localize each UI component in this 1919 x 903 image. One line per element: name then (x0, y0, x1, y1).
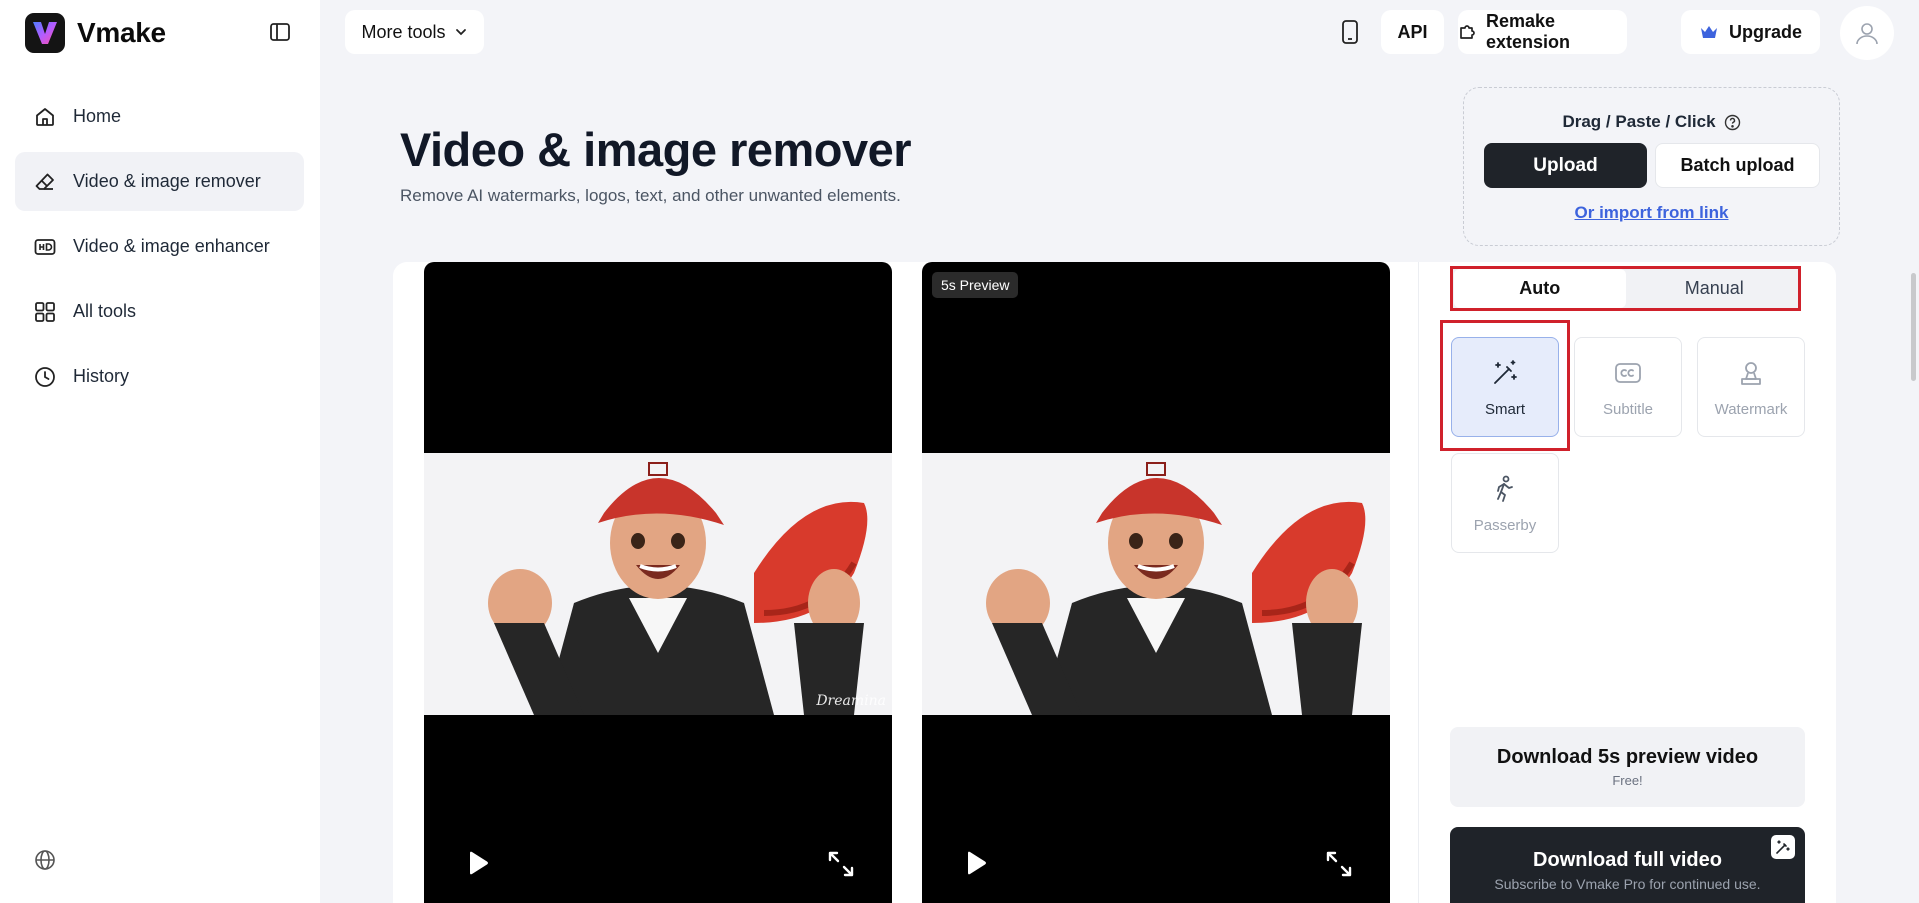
original-video-player[interactable]: Dreamina (424, 262, 892, 903)
preview-badge: 5s Preview (932, 272, 1019, 298)
upgrade-button[interactable]: Upgrade (1681, 10, 1820, 54)
api-label: API (1397, 21, 1428, 42)
upgrade-label: Upgrade (1728, 21, 1802, 42)
illustration-boy-with-sneaker (922, 453, 1390, 715)
home-icon (33, 105, 57, 129)
page-subtitle: Remove AI watermarks, logos, text, and o… (400, 186, 901, 205)
fullscreen-icon[interactable] (1325, 850, 1353, 878)
video-frame-original: Dreamina (424, 453, 892, 715)
sidebar-item-video-image-enhancer[interactable]: Video & image enhancer (15, 217, 304, 276)
api-button[interactable]: API (1381, 10, 1444, 54)
panel-divider (1418, 262, 1419, 903)
tool-label: Watermark (1714, 400, 1788, 418)
tool-label: Subtitle (1602, 400, 1654, 418)
vmake-logo-icon (25, 13, 65, 53)
import-from-link[interactable]: Or import from link (1464, 203, 1839, 223)
chevron-down-icon (454, 25, 468, 39)
cc-icon (1612, 357, 1644, 389)
sidebar: Vmake Home Video & image remover Video &… (0, 0, 320, 903)
fullscreen-icon[interactable] (827, 850, 855, 878)
page-title: Video & image remover (400, 123, 912, 176)
upload-button[interactable]: Upload (1484, 143, 1647, 188)
drag-text: Drag / Paste / Click (1562, 112, 1716, 131)
tool-passerby[interactable]: Passerby (1451, 453, 1559, 553)
user-icon (1853, 19, 1881, 47)
play-icon[interactable] (464, 850, 490, 876)
sidebar-item-history[interactable]: History (15, 347, 304, 406)
help-circle-icon[interactable] (1724, 114, 1741, 131)
mobile-app-button[interactable] (1335, 10, 1365, 54)
drag-paste-click-hint: Drag / Paste / Click (1464, 112, 1839, 132)
sidebar-item-home[interactable]: Home (15, 87, 304, 146)
puzzle-icon (1458, 23, 1476, 41)
sidebar-item-label: Video & image enhancer (73, 236, 270, 256)
language-globe-icon[interactable] (33, 848, 57, 872)
pro-magic-icon (1771, 835, 1795, 859)
preview-video-player[interactable]: 5s Preview (922, 262, 1390, 903)
sidebar-item-label: History (73, 366, 130, 386)
tool-label: Passerby (1473, 516, 1537, 534)
tool-smart[interactable]: Smart (1451, 337, 1559, 437)
mode-tabs: Auto Manual (1451, 266, 1800, 311)
brand-logo[interactable]: Vmake (25, 13, 166, 53)
sidebar-item-label: Video & image remover (73, 171, 261, 191)
smartphone-icon (1341, 19, 1359, 45)
download-preview-title: Download 5s preview video (1496, 746, 1759, 768)
download-full-subtitle: Subscribe to Vmake Pro for continued use… (1494, 876, 1761, 892)
watermark-icon (1735, 357, 1767, 389)
sidebar-item-label: All tools (73, 301, 137, 321)
ai-watermark-text: Dreamina (816, 693, 886, 709)
tab-auto[interactable]: Auto (1454, 269, 1626, 308)
magic-wand-icon (1489, 357, 1521, 389)
download-preview-button[interactable]: Download 5s preview video Free! (1450, 727, 1805, 807)
eraser-icon (33, 170, 57, 194)
tab-manual[interactable]: Manual (1629, 266, 1801, 311)
hd-icon (33, 235, 57, 259)
tool-subtitle[interactable]: Subtitle (1574, 337, 1682, 437)
tool-label: Smart (1484, 400, 1525, 418)
download-full-button[interactable]: Download full video Subscribe to Vmake P… (1450, 827, 1805, 903)
remake-extension-label: Remake extension (1486, 11, 1571, 52)
brand-name: Vmake (77, 17, 166, 48)
more-tools-label: More tools (361, 21, 446, 42)
clock-icon (33, 365, 57, 389)
download-full-title: Download full video (1533, 849, 1722, 871)
more-tools-dropdown[interactable]: More tools (345, 10, 484, 54)
download-preview-subtitle: Free! (1612, 773, 1643, 788)
upload-dropzone[interactable]: Drag / Paste / Click Upload Batch upload… (1463, 87, 1840, 246)
grid-icon (33, 300, 57, 324)
illustration-boy-with-sneaker (424, 453, 892, 715)
page-scrollbar[interactable] (1911, 273, 1916, 381)
walking-person-icon (1489, 473, 1521, 505)
tool-watermark[interactable]: Watermark (1697, 337, 1805, 437)
sidebar-toggle-icon[interactable] (268, 20, 292, 44)
crown-icon (1699, 23, 1719, 41)
sidebar-nav: Home Video & image remover Video & image… (15, 87, 304, 412)
video-frame-preview (922, 453, 1390, 715)
sidebar-item-label: Home (73, 106, 122, 126)
play-icon[interactable] (962, 850, 988, 876)
sidebar-item-video-image-remover[interactable]: Video & image remover (15, 152, 304, 211)
batch-upload-button[interactable]: Batch upload (1655, 143, 1820, 188)
avatar[interactable] (1840, 6, 1894, 60)
sidebar-item-all-tools[interactable]: All tools (15, 282, 304, 341)
remake-extension-button[interactable]: Remake extension (1458, 10, 1627, 54)
